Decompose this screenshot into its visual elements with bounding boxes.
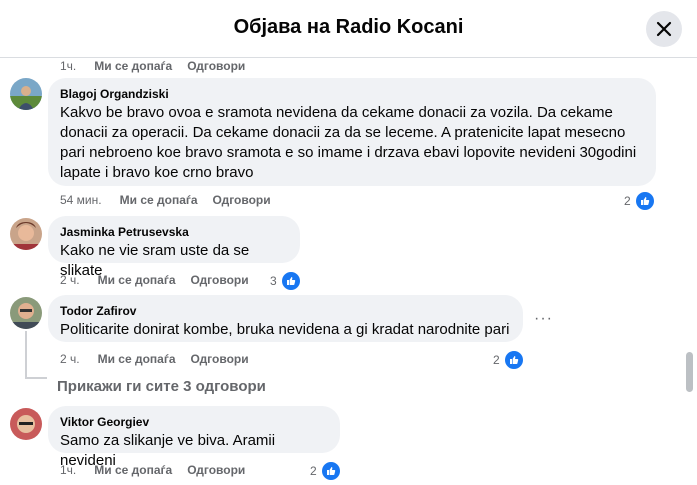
scrollbar-thumb[interactable] [686,352,693,392]
comment-meta-row: 2 ч. Ми се допаѓа Одговори [60,273,249,287]
more-icon: ··· [534,310,553,327]
comment-author[interactable]: Viktor Georgiev [60,414,328,430]
reply-button[interactable]: Одговори [191,273,249,287]
comment-bubble: Blagoj Organdziski Kakvo be bravo ovoa e… [48,78,656,186]
reaction-count[interactable]: 3 [270,270,302,292]
reply-button[interactable]: Одговори [187,59,245,73]
reaction-count[interactable]: 2 [624,190,656,212]
like-icon [633,190,656,212]
reaction-count-number: 2 [310,464,317,478]
more-options-button[interactable]: ··· [534,310,553,328]
show-all-replies-link[interactable]: Прикажи ги сите 3 одговори [57,378,266,395]
comment-time[interactable]: 2 ч. [60,352,80,366]
comment-text: Kakvo be bravo ovoa e sramota nevidena d… [60,103,644,183]
close-button[interactable] [646,11,682,47]
comment-author[interactable]: Blagoj Organdziski [60,86,644,102]
comment-bubble: Todor Zafirov Politicarite donirat kombe… [48,295,523,342]
like-button[interactable]: Ми се допаѓа [94,463,172,477]
reaction-count-number: 2 [624,194,631,208]
like-button[interactable]: Ми се допаѓа [94,59,172,73]
comment-time[interactable]: 1ч. [60,59,76,73]
reaction-count-number: 2 [493,353,500,367]
reaction-count[interactable]: 2 [310,460,342,482]
like-button[interactable]: Ми се допаѓа [98,352,176,366]
comment-meta-row: 54 мин. Ми се допаѓа Одговори [60,193,271,207]
avatar[interactable] [10,408,42,440]
reply-button[interactable]: Одговори [191,352,249,366]
avatar[interactable] [10,218,42,250]
comment-meta-row: 2 ч. Ми се допаѓа Одговори [60,352,249,366]
comment-line: donacii za operacii. Da cekame donacii z… [60,124,626,141]
comment-bubble: Jasminka Petrusevska Kako ne vie sram us… [48,216,300,279]
comment-meta-row: 1ч. Ми се допаѓа Одговори [60,59,245,73]
close-icon [656,21,672,37]
reaction-count-number: 3 [270,274,277,288]
thread-line-branch [25,377,47,379]
comment-author[interactable]: Jasminka Petrusevska [60,224,288,240]
comment-time[interactable]: 54 мин. [60,193,102,207]
reply-button[interactable]: Одговори [213,193,271,207]
reply-button[interactable]: Одговори [187,463,245,477]
like-button[interactable]: Ми се допаѓа [120,193,198,207]
comment-bubble: Viktor Georgiev Samo za slikanje ve biva… [48,406,340,469]
comment-line: pari nebroeno koe bravo sramota e so ima… [60,144,637,161]
dialog-header: Објава на Radio Kocani [0,0,697,58]
avatar[interactable] [10,78,42,110]
avatar[interactable] [10,297,42,329]
thread-line [25,331,27,379]
comment-line: lapate i bravo koe crno bravo [60,164,254,181]
like-icon [502,349,525,371]
comment-text: Politicarite donirat kombe, bruka nevide… [60,321,510,338]
like-button[interactable]: Ми се допаѓа [98,273,176,287]
dialog-title: Објава на Radio Kocani [233,16,464,38]
like-icon [319,460,342,482]
comment-time[interactable]: 2 ч. [60,273,80,287]
comment-line: Kakvo be bravo ovoa e sramota nevidena d… [60,104,613,121]
comment-time[interactable]: 1ч. [60,463,76,477]
comment-meta-row: 1ч. Ми се допаѓа Одговори [60,463,245,477]
reaction-count[interactable]: 2 [493,349,525,371]
like-icon [279,270,302,292]
comment-author[interactable]: Todor Zafirov [60,303,511,319]
